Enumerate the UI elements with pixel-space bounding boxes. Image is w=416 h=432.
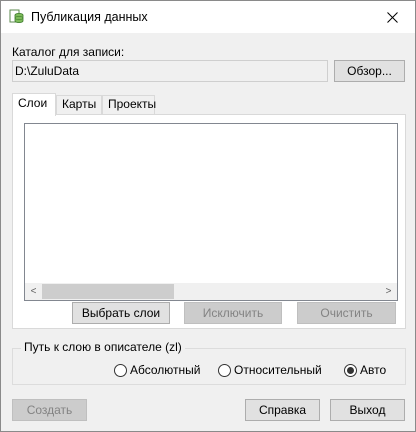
clear-button[interactable]: Очистить [297,302,396,324]
path-type-group: Путь к слою в описателе (zl) Абсолютный … [12,340,406,385]
radio-absolute[interactable]: Абсолютный [114,363,200,377]
title-bar: Публикация данных [1,1,415,33]
close-button[interactable] [369,1,415,33]
exclude-button[interactable]: Исключить [184,302,282,324]
radio-relative[interactable]: Относительный [218,363,322,377]
layers-tab-panel: < > Выбрать слои Исключить Очистить [12,114,406,329]
catalog-path-field[interactable]: D:\ZuluData [12,60,328,82]
browse-button[interactable]: Обзор... [334,60,405,82]
tab-projects[interactable]: Проекты [102,95,156,114]
radio-auto[interactable]: Авто [344,363,386,377]
layers-list[interactable]: < > [24,123,398,301]
scrollbar-thumb[interactable] [42,284,174,299]
horizontal-scrollbar[interactable]: < > [25,283,397,300]
radio-absolute-label: Абсолютный [130,363,201,377]
scroll-right-icon[interactable]: > [380,283,397,300]
scroll-left-icon[interactable]: < [25,283,42,300]
radio-circle-checked [344,363,357,377]
publish-data-dialog: Публикация данных Каталог для записи: D:… [0,0,416,432]
help-button[interactable]: Справка [245,399,320,421]
database-publish-icon [9,9,25,25]
radio-circle [218,363,231,377]
exit-button[interactable]: Выход [330,399,405,421]
select-layers-button[interactable]: Выбрать слои [72,302,170,324]
tab-layers[interactable]: Слои [12,93,56,116]
create-button[interactable]: Создать [12,399,87,421]
path-group-title: Путь к слою в описателе (zl) [21,340,185,354]
close-icon [386,11,398,23]
tab-maps[interactable]: Карты [56,95,102,114]
radio-circle [114,363,127,377]
window-title: Публикация данных [31,10,148,24]
radio-relative-label: Относительный [234,363,322,377]
catalog-label: Каталог для записи: [12,45,125,59]
radio-auto-label: Авто [360,363,387,377]
